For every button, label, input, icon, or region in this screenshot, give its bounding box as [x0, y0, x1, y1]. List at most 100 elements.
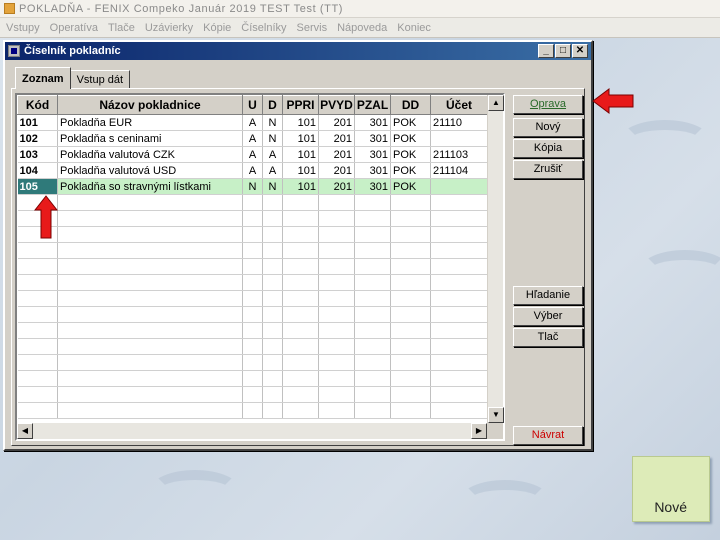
cell-kod: 102 [17, 130, 58, 147]
empty-table-row [17, 274, 488, 291]
scroll-up-arrow-icon[interactable]: ▲ [488, 95, 504, 111]
nove-note-label: Nové [654, 499, 687, 515]
table-header-row: Kód Názov pokladnice U D PPRI PVYD PZAL … [17, 95, 488, 115]
vertical-scrollbar[interactable]: ▲ ▼ [487, 95, 504, 423]
cell-u: A [242, 130, 263, 147]
kopia-button[interactable]: Kópia [513, 139, 583, 158]
cell-nazov: Pokladňa s ceninami [57, 130, 243, 147]
empty-table-row [17, 306, 488, 323]
menu-item-vstupy[interactable]: Vstupy [6, 22, 40, 34]
cell-d: N [262, 178, 283, 195]
empty-table-row [17, 370, 488, 387]
empty-table-row [17, 354, 488, 371]
app-icon [4, 3, 15, 14]
cell-d: A [262, 146, 283, 163]
cell-dd: POK [390, 114, 431, 131]
column-header-d[interactable]: D [262, 95, 283, 115]
cell-pzal: 301 [354, 146, 391, 163]
column-header-dd[interactable]: DD [390, 95, 431, 115]
table-row[interactable]: 103 Pokladňa valutová CZK A A 101 201 30… [17, 146, 488, 163]
table-row[interactable]: 101 Pokladňa EUR A N 101 201 301 POK 211… [17, 114, 488, 131]
cell-dd: POK [390, 178, 431, 195]
tlac-button[interactable]: Tlač [513, 328, 583, 347]
cell-pvyd: 201 [318, 162, 355, 179]
scroll-right-arrow-icon[interactable]: ▶ [471, 423, 487, 439]
tab-zoznam[interactable]: Zoznam [15, 67, 71, 89]
pokladne-table: Kód Názov pokladnice U D PPRI PVYD PZAL … [17, 95, 488, 419]
watermark-bird-icon [150, 470, 240, 510]
table-row-selected[interactable]: 105 Pokladňa so stravnými lístkami N N 1… [17, 178, 488, 195]
column-header-u[interactable]: U [242, 95, 263, 115]
vyber-button-label: Výber [533, 310, 563, 322]
cell-nazov: Pokladňa EUR [57, 114, 243, 131]
column-header-pzal[interactable]: PZAL [354, 95, 391, 115]
watermark-bird-icon [620, 120, 710, 160]
cell-dd: POK [390, 162, 431, 179]
tab-strip: Zoznam Vstup dát [15, 67, 131, 89]
cell-pvyd: 201 [318, 130, 355, 147]
cell-d: A [262, 162, 283, 179]
window-title-bar: Číselník pokladníc _ □ ✕ [5, 42, 591, 60]
cell-ppri: 101 [282, 146, 319, 163]
scroll-left-arrow-icon[interactable]: ◀ [17, 423, 33, 439]
cell-dd: POK [390, 146, 431, 163]
column-header-kod[interactable]: Kód [17, 95, 58, 115]
cell-pzal: 301 [354, 162, 391, 179]
menu-item-kopie[interactable]: Kópie [203, 22, 231, 34]
app-title: POKLADŇA - FENIX Compeko Január 2019 TES… [19, 2, 344, 15]
horizontal-scrollbar[interactable]: ◀ ▶ [17, 423, 487, 439]
close-button[interactable]: ✕ [572, 44, 588, 58]
nove-note-button[interactable]: Nové [632, 456, 710, 522]
cell-nazov: Pokladňa valutová USD [57, 162, 243, 179]
navrat-button-label: Návrat [531, 429, 565, 441]
menu-item-napoveda[interactable]: Nápoveda [337, 22, 387, 34]
tab-vstup-dat[interactable]: Vstup dát [69, 70, 131, 89]
cell-u: A [242, 114, 263, 131]
column-header-pvyd[interactable]: PVYD [318, 95, 355, 115]
navrat-button[interactable]: Návrat [513, 426, 583, 445]
empty-table-row [17, 210, 488, 227]
menu-item-tlace[interactable]: Tlače [108, 22, 135, 34]
cell-dd: POK [390, 130, 431, 147]
empty-table-row [17, 402, 488, 419]
novy-button[interactable]: Nový [513, 118, 583, 137]
cell-pvyd: 201 [318, 178, 355, 195]
vyber-button[interactable]: Výber [513, 307, 583, 326]
cell-d: N [262, 114, 283, 131]
empty-table-row [17, 386, 488, 403]
novy-button-label: Nový [535, 121, 561, 133]
table-row[interactable]: 104 Pokladňa valutová USD A A 101 201 30… [17, 162, 488, 179]
app-title-bar: POKLADŇA - FENIX Compeko Január 2019 TES… [0, 0, 720, 18]
menu-bar: Vstupy Operatíva Tlače Uzávierky Kópie Č… [0, 18, 720, 38]
minimize-button[interactable]: _ [538, 44, 554, 58]
column-header-ucet[interactable]: Účet [430, 95, 488, 115]
cell-pvyd: 201 [318, 114, 355, 131]
menu-item-servis[interactable]: Servis [297, 22, 328, 34]
scroll-down-arrow-icon[interactable]: ▼ [488, 407, 504, 423]
cell-kod: 101 [17, 114, 58, 131]
column-header-ppri[interactable]: PPRI [282, 95, 319, 115]
cell-u: N [242, 178, 263, 195]
pokladne-grid[interactable]: Kód Názov pokladnice U D PPRI PVYD PZAL … [15, 93, 505, 441]
menu-item-operativa[interactable]: Operatíva [50, 22, 98, 34]
window-icon [8, 45, 20, 57]
hladanie-button[interactable]: Hľadanie [513, 286, 583, 305]
cell-kod: 103 [17, 146, 58, 163]
menu-item-ciselniky[interactable]: Číselníky [241, 22, 286, 34]
maximize-button[interactable]: □ [555, 44, 571, 58]
menu-item-uzavierky[interactable]: Uzávierky [145, 22, 193, 34]
watermark-bird-icon [460, 480, 550, 520]
empty-table-row [17, 338, 488, 355]
cell-pzal: 301 [354, 178, 391, 195]
cell-nazov: Pokladňa valutová CZK [57, 146, 243, 163]
table-row[interactable]: 102 Pokladňa s ceninami A N 101 201 301 … [17, 130, 488, 147]
hladanie-button-label: Hľadanie [525, 289, 571, 301]
zrusit-button[interactable]: Zrušiť [513, 160, 583, 179]
column-header-nazov[interactable]: Názov pokladnice [57, 95, 243, 115]
menu-item-koniec[interactable]: Koniec [397, 22, 431, 34]
cell-ucet: 211103 [430, 146, 488, 163]
empty-table-row [17, 242, 488, 259]
oprava-button[interactable]: Oprava [513, 95, 583, 114]
cell-ucet: 21110 [430, 114, 488, 131]
cell-ppri: 101 [282, 162, 319, 179]
